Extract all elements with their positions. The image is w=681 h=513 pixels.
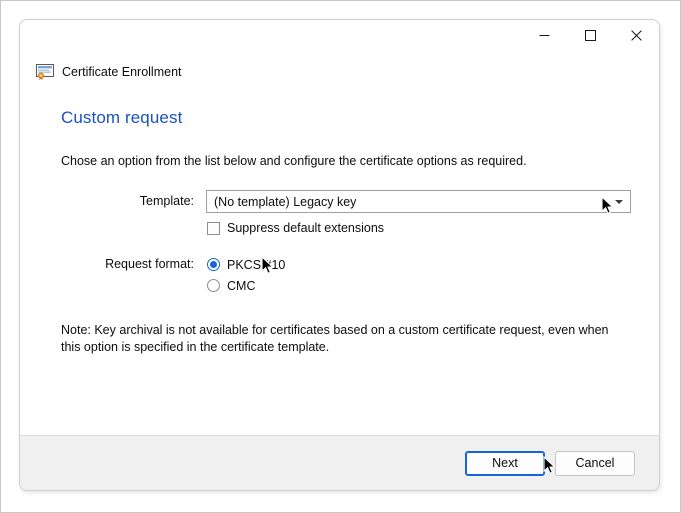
dialog-footer: Next Cancel — [20, 435, 659, 490]
suppress-extensions-label: Suppress default extensions — [227, 221, 385, 235]
app-header: Certificate Enrollment — [20, 52, 659, 86]
checkbox-box — [207, 221, 220, 235]
close-icon — [630, 30, 642, 41]
maximize-button[interactable] — [567, 20, 613, 51]
maximize-icon — [584, 30, 596, 41]
note-text: Note: Key archival is not available for … — [61, 323, 609, 354]
page-title: Custom request — [61, 108, 183, 127]
cancel-button[interactable]: Cancel — [555, 450, 635, 476]
intro-text: Chose an option from the list below and … — [61, 154, 527, 168]
title-bar — [20, 20, 659, 52]
next-button[interactable]: Next — [465, 450, 545, 476]
radio-indicator-unselected — [207, 279, 220, 292]
certificate-icon — [36, 64, 54, 80]
close-button[interactable] — [613, 20, 659, 51]
suppress-extensions-checkbox[interactable]: Suppress default extensions — [206, 221, 633, 235]
radio-label-cmc: CMC — [227, 278, 256, 293]
template-row: Template: (No template) Legacy key Suppr… — [61, 190, 633, 235]
request-format-row: Request format: PKCS #10 CMC — [61, 253, 633, 296]
minimize-icon — [539, 35, 549, 36]
template-combobox-value: (No template) Legacy key — [214, 194, 357, 209]
template-label: Template: — [139, 194, 194, 208]
minimize-button[interactable] — [521, 20, 567, 51]
chevron-down-icon — [615, 199, 623, 204]
template-combobox[interactable]: (No template) Legacy key — [206, 190, 631, 213]
request-format-label: Request format: — [105, 257, 194, 271]
dialog-body: Custom request Chose an option from the … — [20, 86, 659, 435]
window-controls — [521, 20, 659, 51]
radio-indicator-selected — [207, 258, 220, 271]
radio-label-pkcs10: PKCS #10 — [227, 257, 286, 272]
radio-option-pkcs10[interactable]: PKCS #10 — [206, 254, 633, 275]
request-format-radio-group: PKCS #10 CMC — [206, 254, 633, 296]
certificate-enrollment-dialog: Certificate Enrollment Custom request Ch… — [19, 19, 660, 491]
app-title: Certificate Enrollment — [62, 64, 182, 79]
row-spacer — [61, 235, 633, 253]
radio-option-cmc[interactable]: CMC — [206, 275, 633, 296]
